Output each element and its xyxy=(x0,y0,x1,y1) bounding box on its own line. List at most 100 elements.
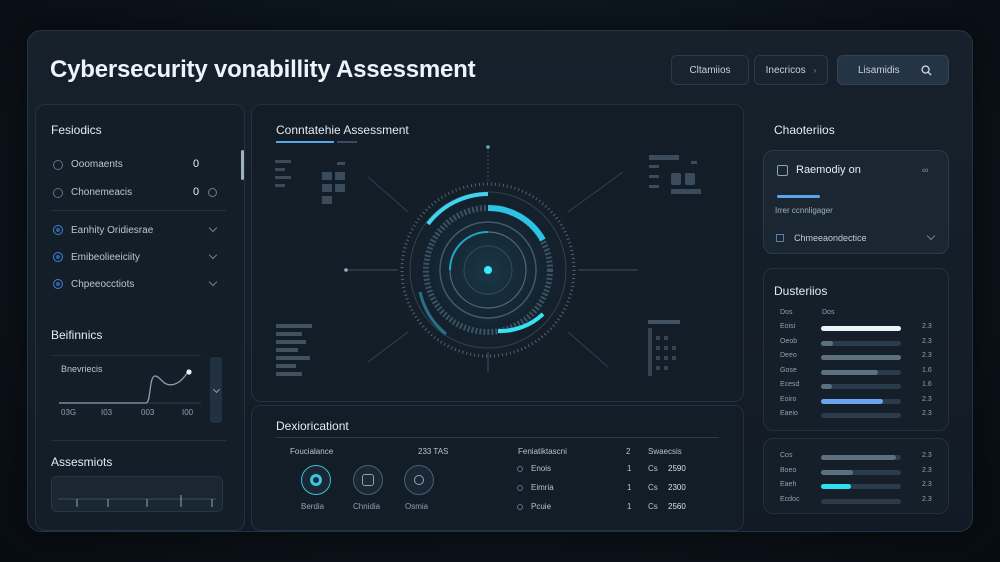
row-num: 1 xyxy=(627,483,632,492)
status-circle-button-1[interactable] xyxy=(301,465,331,495)
dist-header-2: Dos xyxy=(822,309,835,316)
dist-bar-fill xyxy=(821,469,853,475)
dist-row-label: Oeob xyxy=(780,337,798,345)
card-dropdown-label[interactable]: Chmeeaondectice xyxy=(794,233,867,243)
status-circle-button-2[interactable] xyxy=(353,465,383,495)
row-value: 2560 xyxy=(668,502,686,511)
radio-selected-icon[interactable] xyxy=(53,252,63,262)
dist-row-label: Eaeio xyxy=(780,410,798,417)
mini-chart-tick: I00 xyxy=(182,408,194,417)
dist-row-value: 2.3 xyxy=(922,337,932,345)
left-section-title-2: Beifinnics xyxy=(51,328,103,342)
dist-row-value: 2.3 xyxy=(922,323,932,330)
clock-icon xyxy=(414,475,424,485)
left-item-label-1: Ooomaents xyxy=(71,159,123,170)
header-button-left[interactable]: Cltamiios xyxy=(671,55,749,85)
card-title: Raemodiy on xyxy=(796,164,861,176)
mini-chart: Bnevriecis 03G I03 003 I00 xyxy=(51,355,201,427)
dist-bar-fill xyxy=(821,398,883,404)
bars-widget-right xyxy=(648,320,680,376)
col1-header: Foucialance xyxy=(290,447,334,456)
dist-row-value: 2.3 xyxy=(922,466,932,474)
col3-header: Swaecsis xyxy=(648,447,682,456)
circle-label-2: Chnidia xyxy=(353,502,381,511)
left-section-title-1: Fesiodics xyxy=(51,123,102,137)
dist-row-value: 1.6 xyxy=(922,366,932,374)
dist-row-label: Deeo xyxy=(780,352,797,359)
chevron-down-icon xyxy=(212,385,221,394)
dist-bar-fill xyxy=(821,326,901,331)
radio-icon[interactable] xyxy=(53,160,63,170)
dist-header-1: Dos xyxy=(780,309,793,316)
bullet-icon xyxy=(517,466,523,472)
chevron-right-icon: › xyxy=(813,65,817,75)
left-dropdown-label-3: Chpeeocctiots xyxy=(71,279,135,290)
header-dropdown-button[interactable]: Inecricos › xyxy=(754,55,828,85)
distribution-title: Dusteriios xyxy=(774,284,828,298)
bullet-icon xyxy=(517,504,523,510)
divider xyxy=(51,440,226,441)
checkbox-icon[interactable] xyxy=(777,165,788,176)
dist-row-label: Ecdoc xyxy=(780,495,800,503)
center-bottom-title: Dexioricationt xyxy=(276,419,349,433)
dist-row-value: 2.3 xyxy=(922,481,932,488)
mini-chart-line xyxy=(59,369,201,404)
remediation-card: Raemodiy on ∞ Irrer ccnnligager Chmeeaon… xyxy=(763,150,949,254)
document-icon xyxy=(362,474,374,486)
dist-bar-fill xyxy=(821,384,832,389)
timeline-ticks xyxy=(58,495,216,507)
left-dropdown-label-2: Emibeolieeiciity xyxy=(71,252,140,263)
dist-bar-fill xyxy=(821,369,878,375)
dist-row-label: Eoiro xyxy=(780,395,797,403)
assessment-timeline[interactable] xyxy=(51,476,223,512)
header-dropdown-label: Inecricos xyxy=(765,64,806,76)
info-icon xyxy=(208,188,217,197)
row-label: Enois xyxy=(531,464,552,473)
dist-row-value: 2.3 xyxy=(922,495,932,503)
dist-row-label: Eoisi xyxy=(780,323,796,330)
page-title: Cybersecurity vonabillity Assessment xyxy=(50,56,476,83)
radio-selected-icon[interactable] xyxy=(53,225,63,235)
row-label: Eimria xyxy=(531,483,554,492)
dist-bar-track xyxy=(821,498,901,504)
square-icon xyxy=(776,234,784,242)
dist-row-label: Eaeh xyxy=(780,481,797,488)
status-circle-button-3[interactable] xyxy=(404,465,434,495)
search-button-label: Lisamidis xyxy=(858,64,900,76)
dist-bar-track xyxy=(821,413,901,418)
mini-chart-tick: 03G xyxy=(61,408,77,417)
dist-bar-fill xyxy=(821,455,896,460)
row-tag: Cs xyxy=(648,464,658,473)
bars-widget-left xyxy=(276,324,312,376)
divider xyxy=(276,437,719,438)
radio-icon[interactable] xyxy=(53,188,63,198)
left-section-title-3: Assesmiots xyxy=(51,455,113,469)
header-button-left-label: Cltamiios xyxy=(689,64,731,76)
divider xyxy=(51,210,226,211)
row-label: Pcuie xyxy=(531,502,552,511)
target-icon xyxy=(310,474,322,486)
left-item-value-2: 0 xyxy=(193,186,200,198)
bullet-icon xyxy=(517,485,523,491)
card-subtitle: Irrer ccnnligager xyxy=(775,206,833,215)
dist-row-label: Cos xyxy=(780,452,793,459)
title-underline xyxy=(276,141,334,143)
circle-label-1: Berdia xyxy=(301,502,325,511)
search-button[interactable]: Lisamidis xyxy=(837,55,949,85)
card-progress xyxy=(777,195,820,198)
radio-selected-icon[interactable] xyxy=(53,279,63,289)
dist-row-label: Gose xyxy=(780,366,797,374)
dist-bar-fill xyxy=(821,355,901,360)
sidebar-scrollbar[interactable] xyxy=(241,150,244,180)
link-icon[interactable]: ∞ xyxy=(922,165,929,175)
row-value: 2300 xyxy=(668,483,686,492)
mini-chart-tick: I03 xyxy=(101,408,113,417)
left-item-label-2: Chonemeacis xyxy=(71,187,133,198)
row-num: 1 xyxy=(627,502,632,511)
left-item-value-1: 0 xyxy=(193,158,200,170)
circle-label-3: Osmia xyxy=(405,502,429,511)
mini-chart-scrollbar[interactable] xyxy=(210,357,222,423)
dist-row-value: 2.3 xyxy=(922,410,932,417)
left-dropdown-label-1: Eanhity Oridiesrae xyxy=(71,225,154,236)
chevron-down-icon[interactable] xyxy=(926,231,936,241)
